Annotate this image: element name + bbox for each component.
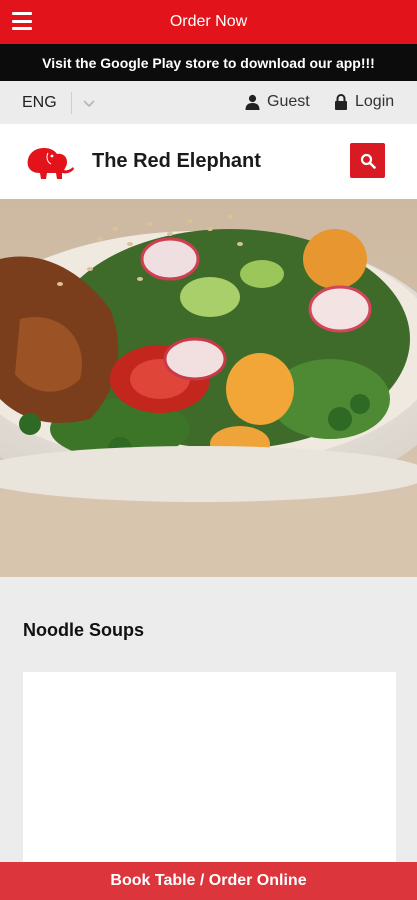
order-now-button[interactable]: Order Now bbox=[170, 13, 247, 31]
login-link[interactable]: Login bbox=[334, 93, 394, 111]
restaurant-name[interactable]: The Red Elephant bbox=[92, 150, 261, 173]
section-title: Noodle Soups bbox=[23, 620, 144, 640]
elephant-logo-icon[interactable] bbox=[24, 144, 76, 180]
book-table-order-button[interactable]: Book Table / Order Online bbox=[0, 862, 417, 900]
search-button[interactable] bbox=[350, 143, 385, 178]
chevron-down-icon[interactable] bbox=[82, 96, 96, 110]
login-label: Login bbox=[355, 93, 395, 110]
user-icon bbox=[245, 94, 260, 110]
top-header-bar: Order Now bbox=[0, 0, 417, 44]
salad-dish-photo bbox=[0, 199, 417, 577]
menu-item-card[interactable] bbox=[23, 672, 396, 872]
brand-header: The Red Elephant bbox=[0, 124, 417, 199]
guest-link[interactable]: Guest bbox=[245, 93, 310, 111]
lock-icon bbox=[335, 94, 347, 110]
hero-food-image bbox=[0, 199, 417, 577]
language-selector[interactable]: ENG bbox=[22, 94, 57, 112]
app-promo-banner: Visit the Google Play store to download … bbox=[0, 44, 417, 81]
hamburger-menu-icon[interactable] bbox=[12, 12, 32, 30]
guest-label: Guest bbox=[267, 93, 310, 110]
language-bar: ENG Guest Login bbox=[0, 81, 417, 124]
divider bbox=[70, 91, 72, 114]
search-icon bbox=[360, 153, 376, 169]
